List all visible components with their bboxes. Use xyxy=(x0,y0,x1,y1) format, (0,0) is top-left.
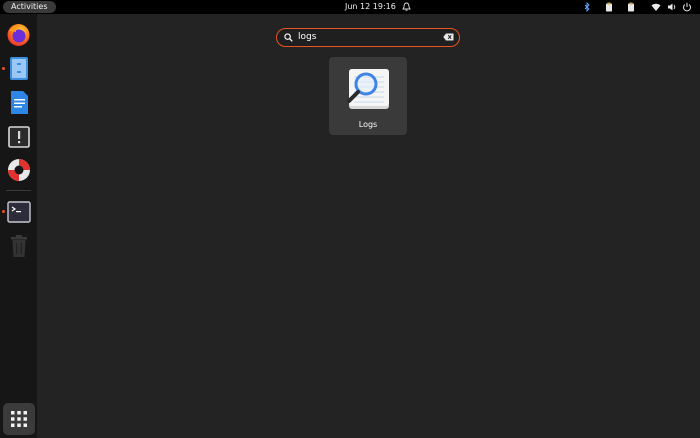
dock-separator xyxy=(6,190,31,191)
power-icon[interactable] xyxy=(682,2,692,12)
wifi-icon[interactable] xyxy=(651,2,661,12)
show-apps-button[interactable] xyxy=(3,403,35,435)
terminal-icon xyxy=(6,200,31,223)
search-input[interactable]: logs xyxy=(298,29,428,45)
trash-icon xyxy=(10,234,27,257)
desktop: Activities Jun 12 19:16 logs Logs xyxy=(0,0,700,438)
search-result-label: Logs xyxy=(358,120,378,129)
dock-item-help[interactable] xyxy=(5,156,32,183)
clipboard-icon[interactable] xyxy=(627,2,635,12)
clipboard-icon[interactable] xyxy=(605,2,613,12)
volume-icon[interactable] xyxy=(667,2,677,12)
files-icon xyxy=(9,57,28,80)
firefox-icon xyxy=(7,24,30,46)
dock-item-files[interactable] xyxy=(5,55,32,82)
clock[interactable]: Jun 12 19:16 xyxy=(345,0,396,14)
text-editor-icon xyxy=(10,91,28,114)
top-bar: Activities Jun 12 19:16 xyxy=(0,0,700,14)
help-icon xyxy=(7,158,30,181)
search-result-logs[interactable]: Logs xyxy=(329,57,407,135)
activities-button[interactable]: Activities xyxy=(3,1,56,13)
dock-item-software-updater[interactable] xyxy=(5,123,32,150)
clear-search-icon[interactable] xyxy=(443,33,454,41)
dock-item-firefox[interactable] xyxy=(5,21,32,48)
dock-item-terminal[interactable] xyxy=(5,198,32,225)
search-icon xyxy=(284,33,293,42)
dock-item-trash[interactable] xyxy=(5,232,32,259)
bluetooth-icon[interactable] xyxy=(583,2,591,12)
dock xyxy=(0,14,37,438)
app-grid-icon xyxy=(11,411,27,427)
dock-item-text-editor[interactable] xyxy=(5,89,32,116)
alarm-icon xyxy=(402,2,411,11)
logs-icon xyxy=(347,69,389,109)
search-bar[interactable]: logs xyxy=(276,28,460,47)
software-updater-icon xyxy=(7,125,30,148)
